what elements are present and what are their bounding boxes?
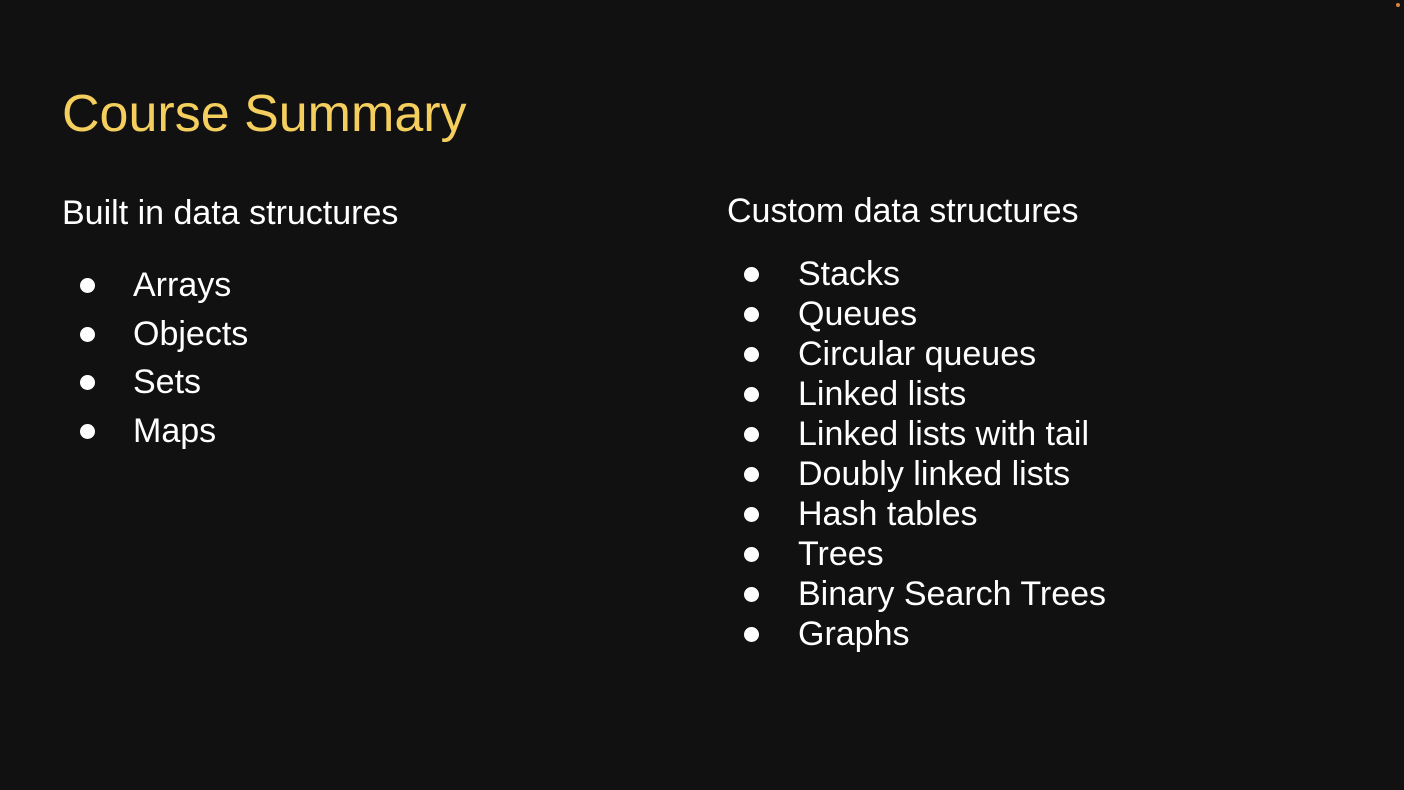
list-item-label: Arrays [133, 266, 232, 304]
bullet-icon [80, 326, 95, 342]
custom-list: Stacks Queues Circular queues Linked lis… [743, 254, 1106, 654]
list-item-label: Maps [133, 411, 217, 450]
bullet-icon [744, 627, 759, 642]
list-item-label: Linked lists [798, 375, 967, 413]
list-item: Trees [743, 534, 1106, 574]
bullet-icon [744, 587, 759, 602]
list-item-label: Doubly linked lists [798, 455, 1071, 493]
list-item: Maps [78, 407, 248, 456]
list-item-label: Linked lists with tail [798, 415, 1090, 453]
recording-indicator-icon [1396, 3, 1400, 7]
list-item-label: Sets [133, 363, 202, 401]
list-item-label: Binary Search Trees [798, 575, 1107, 613]
bullet-icon [744, 507, 759, 522]
bullet-icon [80, 423, 95, 439]
bullet-icon [744, 307, 759, 322]
bullet-icon [744, 547, 759, 562]
list-item-label: Graphs [798, 615, 910, 653]
list-item-label: Stacks [798, 255, 901, 293]
bullet-icon [744, 267, 759, 282]
bullet-icon [744, 387, 759, 402]
list-item: Circular queues [743, 334, 1106, 374]
list-item-label: Hash tables [798, 495, 978, 533]
list-item: Arrays [78, 261, 248, 310]
built-in-heading: Built in data structures [62, 194, 399, 232]
bullet-icon [744, 347, 759, 362]
bullet-icon [744, 467, 759, 482]
list-item-label: Circular queues [798, 335, 1037, 373]
list-item-label: Objects [133, 314, 249, 353]
bullet-icon [80, 278, 95, 293]
built-in-list: Arrays Objects Sets Maps [78, 261, 248, 455]
list-item: Sets [78, 358, 248, 407]
slide-title: Course Summary [62, 85, 467, 143]
bullet-icon [744, 427, 759, 442]
bullet-icon [80, 375, 95, 390]
list-item: Hash tables [743, 494, 1106, 534]
list-item: Binary Search Trees [743, 574, 1106, 614]
list-item: Doubly linked lists [743, 454, 1106, 494]
list-item: Stacks [743, 254, 1106, 294]
list-item-label: Queues [798, 295, 918, 333]
list-item: Objects [78, 310, 248, 359]
list-item: Graphs [743, 614, 1106, 654]
list-item: Queues [743, 294, 1106, 334]
custom-heading: Custom data structures [727, 192, 1079, 230]
list-item: Linked lists [743, 374, 1106, 414]
slide: Course Summary Built in data structures … [0, 0, 1404, 790]
list-item-label: Trees [798, 535, 884, 573]
list-item: Linked lists with tail [743, 414, 1106, 454]
